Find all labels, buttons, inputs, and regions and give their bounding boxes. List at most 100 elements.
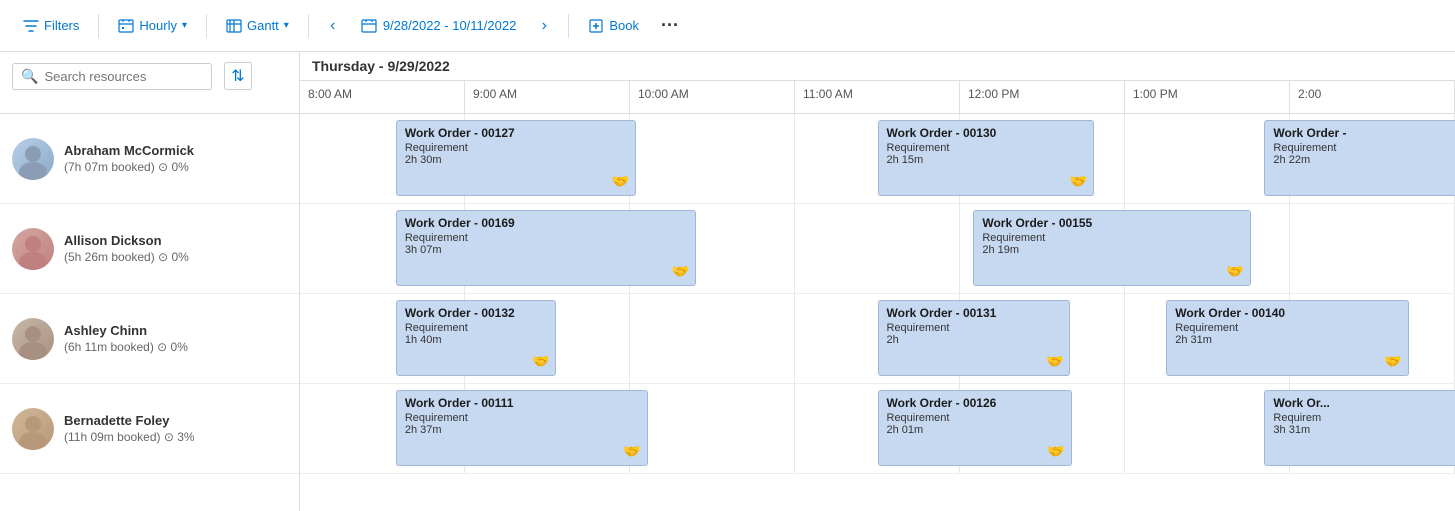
work-order-block[interactable]: Work Order - Requirement 2h 22m 🤝	[1264, 120, 1455, 196]
table-row: Work Order - 00132 Requirement 1h 40m 🤝 …	[300, 294, 1455, 384]
work-order-duration: 2h 15m	[887, 154, 1086, 166]
work-order-block[interactable]: Work Order - 00132 Requirement 1h 40m 🤝	[396, 300, 557, 376]
schedule-header: 🔍 ⇅ Thursday - 9/29/2022 8:00 AM 9:00 AM…	[0, 52, 1455, 114]
work-order-block[interactable]: Work Order - 00155 Requirement 2h 19m 🤝	[973, 210, 1250, 286]
hour-cell-4: 12:00 PM	[960, 81, 1125, 113]
resource-name: Abraham McCormick	[64, 143, 194, 158]
book-button[interactable]: Book	[577, 11, 650, 41]
filters-label: Filters	[44, 18, 79, 33]
timeline-hours: 8:00 AM 9:00 AM 10:00 AM 11:00 AM 12:00 …	[300, 81, 1455, 113]
gantt-label: Gantt	[247, 18, 279, 33]
separator-4	[568, 14, 569, 38]
work-order-block[interactable]: Work Order - 00140 Requirement 2h 31m 🤝	[1166, 300, 1409, 376]
search-icon: 🔍	[21, 68, 38, 85]
handshake-icon: 🤝	[1384, 353, 1401, 370]
hour-cell-1: 9:00 AM	[465, 81, 630, 113]
gantt-icon	[226, 18, 242, 34]
work-order-title: Work Order - 00169	[405, 216, 687, 230]
handshake-icon: 🤝	[672, 263, 689, 280]
prev-button[interactable]: ‹	[317, 10, 349, 42]
table-row: Work Order - 00111 Requirement 2h 37m 🤝 …	[300, 384, 1455, 474]
work-order-block[interactable]: Work Order - 00130 Requirement 2h 15m 🤝	[878, 120, 1095, 196]
work-order-title: Work Order - 00130	[887, 126, 1086, 140]
schedule-body: Abraham McCormick (7h 07m booked) ⊙ 0% A…	[0, 114, 1455, 511]
work-order-subtitle: Requirement	[405, 232, 687, 244]
work-order-title: Work Order -	[1273, 126, 1455, 140]
resource-meta: (11h 09m booked) ⊙ 3%	[64, 430, 195, 444]
work-order-duration: 1h 40m	[405, 334, 548, 346]
work-order-duration: 2h 30m	[405, 154, 627, 166]
timeline-header: Thursday - 9/29/2022 8:00 AM 9:00 AM 10:…	[300, 52, 1455, 113]
hour-cell-2: 10:00 AM	[630, 81, 795, 113]
work-order-block[interactable]: Work Order - 00111 Requirement 2h 37m 🤝	[396, 390, 648, 466]
main-container: 🔍 ⇅ Thursday - 9/29/2022 8:00 AM 9:00 AM…	[0, 52, 1455, 511]
date-label: Thursday - 9/29/2022	[300, 52, 1455, 81]
work-order-duration: 3h 31m	[1273, 424, 1455, 436]
gantt-chevron: ▾	[284, 20, 289, 31]
resource-name: Ashley Chinn	[64, 323, 188, 338]
separator-1	[98, 14, 99, 38]
more-label: ···	[661, 15, 679, 36]
hourly-icon	[118, 18, 134, 34]
work-order-subtitle: Requirem	[1273, 412, 1455, 424]
work-order-block[interactable]: Work Order - 00127 Requirement 2h 30m 🤝	[396, 120, 636, 196]
more-button[interactable]: ···	[654, 10, 686, 42]
handshake-icon: 🤝	[532, 353, 549, 370]
work-order-title: Work Order - 00126	[887, 396, 1063, 410]
table-row: Work Order - 00169 Requirement 3h 07m 🤝 …	[300, 204, 1455, 294]
work-order-title: Work Order - 00131	[887, 306, 1062, 320]
resource-meta: (6h 11m booked) ⊙ 0%	[64, 340, 188, 354]
filters-button[interactable]: Filters	[12, 11, 90, 41]
gantt-button[interactable]: Gantt ▾	[215, 11, 300, 41]
hourly-chevron: ▾	[182, 20, 187, 31]
work-order-block[interactable]: Work Order - 00131 Requirement 2h 🤝	[878, 300, 1071, 376]
separator-3	[308, 14, 309, 38]
sort-button[interactable]: ⇅	[224, 62, 252, 90]
handshake-icon: 🤝	[1226, 263, 1243, 280]
work-order-subtitle: Requirement	[887, 142, 1086, 154]
handshake-icon: 🤝	[612, 173, 629, 190]
avatar	[12, 138, 54, 180]
work-order-title: Work Order - 00140	[1175, 306, 1400, 320]
work-order-duration: 2h 22m	[1273, 154, 1455, 166]
separator-2	[206, 14, 207, 38]
list-item: Bernadette Foley (11h 09m booked) ⊙ 3%	[0, 384, 299, 474]
work-order-block[interactable]: Work Order - 00126 Requirement 2h 01m 🤝	[878, 390, 1072, 466]
work-order-title: Work Or...	[1273, 396, 1455, 410]
blocks-layer: Work Order - 00132 Requirement 1h 40m 🤝 …	[300, 294, 1455, 383]
hour-cell-6: 2:00	[1290, 81, 1455, 113]
work-order-duration: 2h 31m	[1175, 334, 1400, 346]
resource-meta: (7h 07m booked) ⊙ 0%	[64, 160, 194, 174]
work-order-subtitle: Requirement	[887, 322, 1062, 334]
work-order-title: Work Order - 00111	[405, 396, 639, 410]
list-item: Abraham McCormick (7h 07m booked) ⊙ 0%	[0, 114, 299, 204]
next-button[interactable]: ›	[528, 10, 560, 42]
hourly-button[interactable]: Hourly ▾	[107, 11, 198, 41]
sidebar-header: 🔍 ⇅	[0, 52, 300, 113]
avatar	[12, 408, 54, 450]
hourly-label: Hourly	[139, 18, 177, 33]
date-range: 9/28/2022 - 10/11/2022	[353, 14, 525, 38]
handshake-icon: 🤝	[1046, 353, 1063, 370]
work-order-block[interactable]: Work Order - 00169 Requirement 3h 07m 🤝	[396, 210, 696, 286]
timeline-area: Work Order - 00127 Requirement 2h 30m 🤝 …	[300, 114, 1455, 511]
search-input[interactable]	[44, 69, 184, 84]
work-order-subtitle: Requirement	[405, 412, 639, 424]
handshake-icon: 🤝	[1047, 443, 1064, 460]
search-box[interactable]: 🔍	[12, 63, 212, 90]
resource-list: Abraham McCormick (7h 07m booked) ⊙ 0% A…	[0, 114, 300, 511]
blocks-layer: Work Order - 00111 Requirement 2h 37m 🤝 …	[300, 384, 1455, 473]
work-order-subtitle: Requirement	[1273, 142, 1455, 154]
avatar	[12, 228, 54, 270]
work-order-subtitle: Requirement	[405, 322, 548, 334]
calendar-icon	[361, 18, 377, 34]
work-order-title: Work Order - 00132	[405, 306, 548, 320]
work-order-duration: 3h 07m	[405, 244, 687, 256]
work-order-subtitle: Requirement	[405, 142, 627, 154]
filter-icon	[23, 18, 39, 34]
hour-cell-5: 1:00 PM	[1125, 81, 1290, 113]
hour-cell-0: 8:00 AM	[300, 81, 465, 113]
handshake-icon: 🤝	[1070, 173, 1087, 190]
work-order-subtitle: Requirement	[982, 232, 1241, 244]
work-order-block[interactable]: Work Or... Requirem 3h 31m 🤝	[1264, 390, 1455, 466]
